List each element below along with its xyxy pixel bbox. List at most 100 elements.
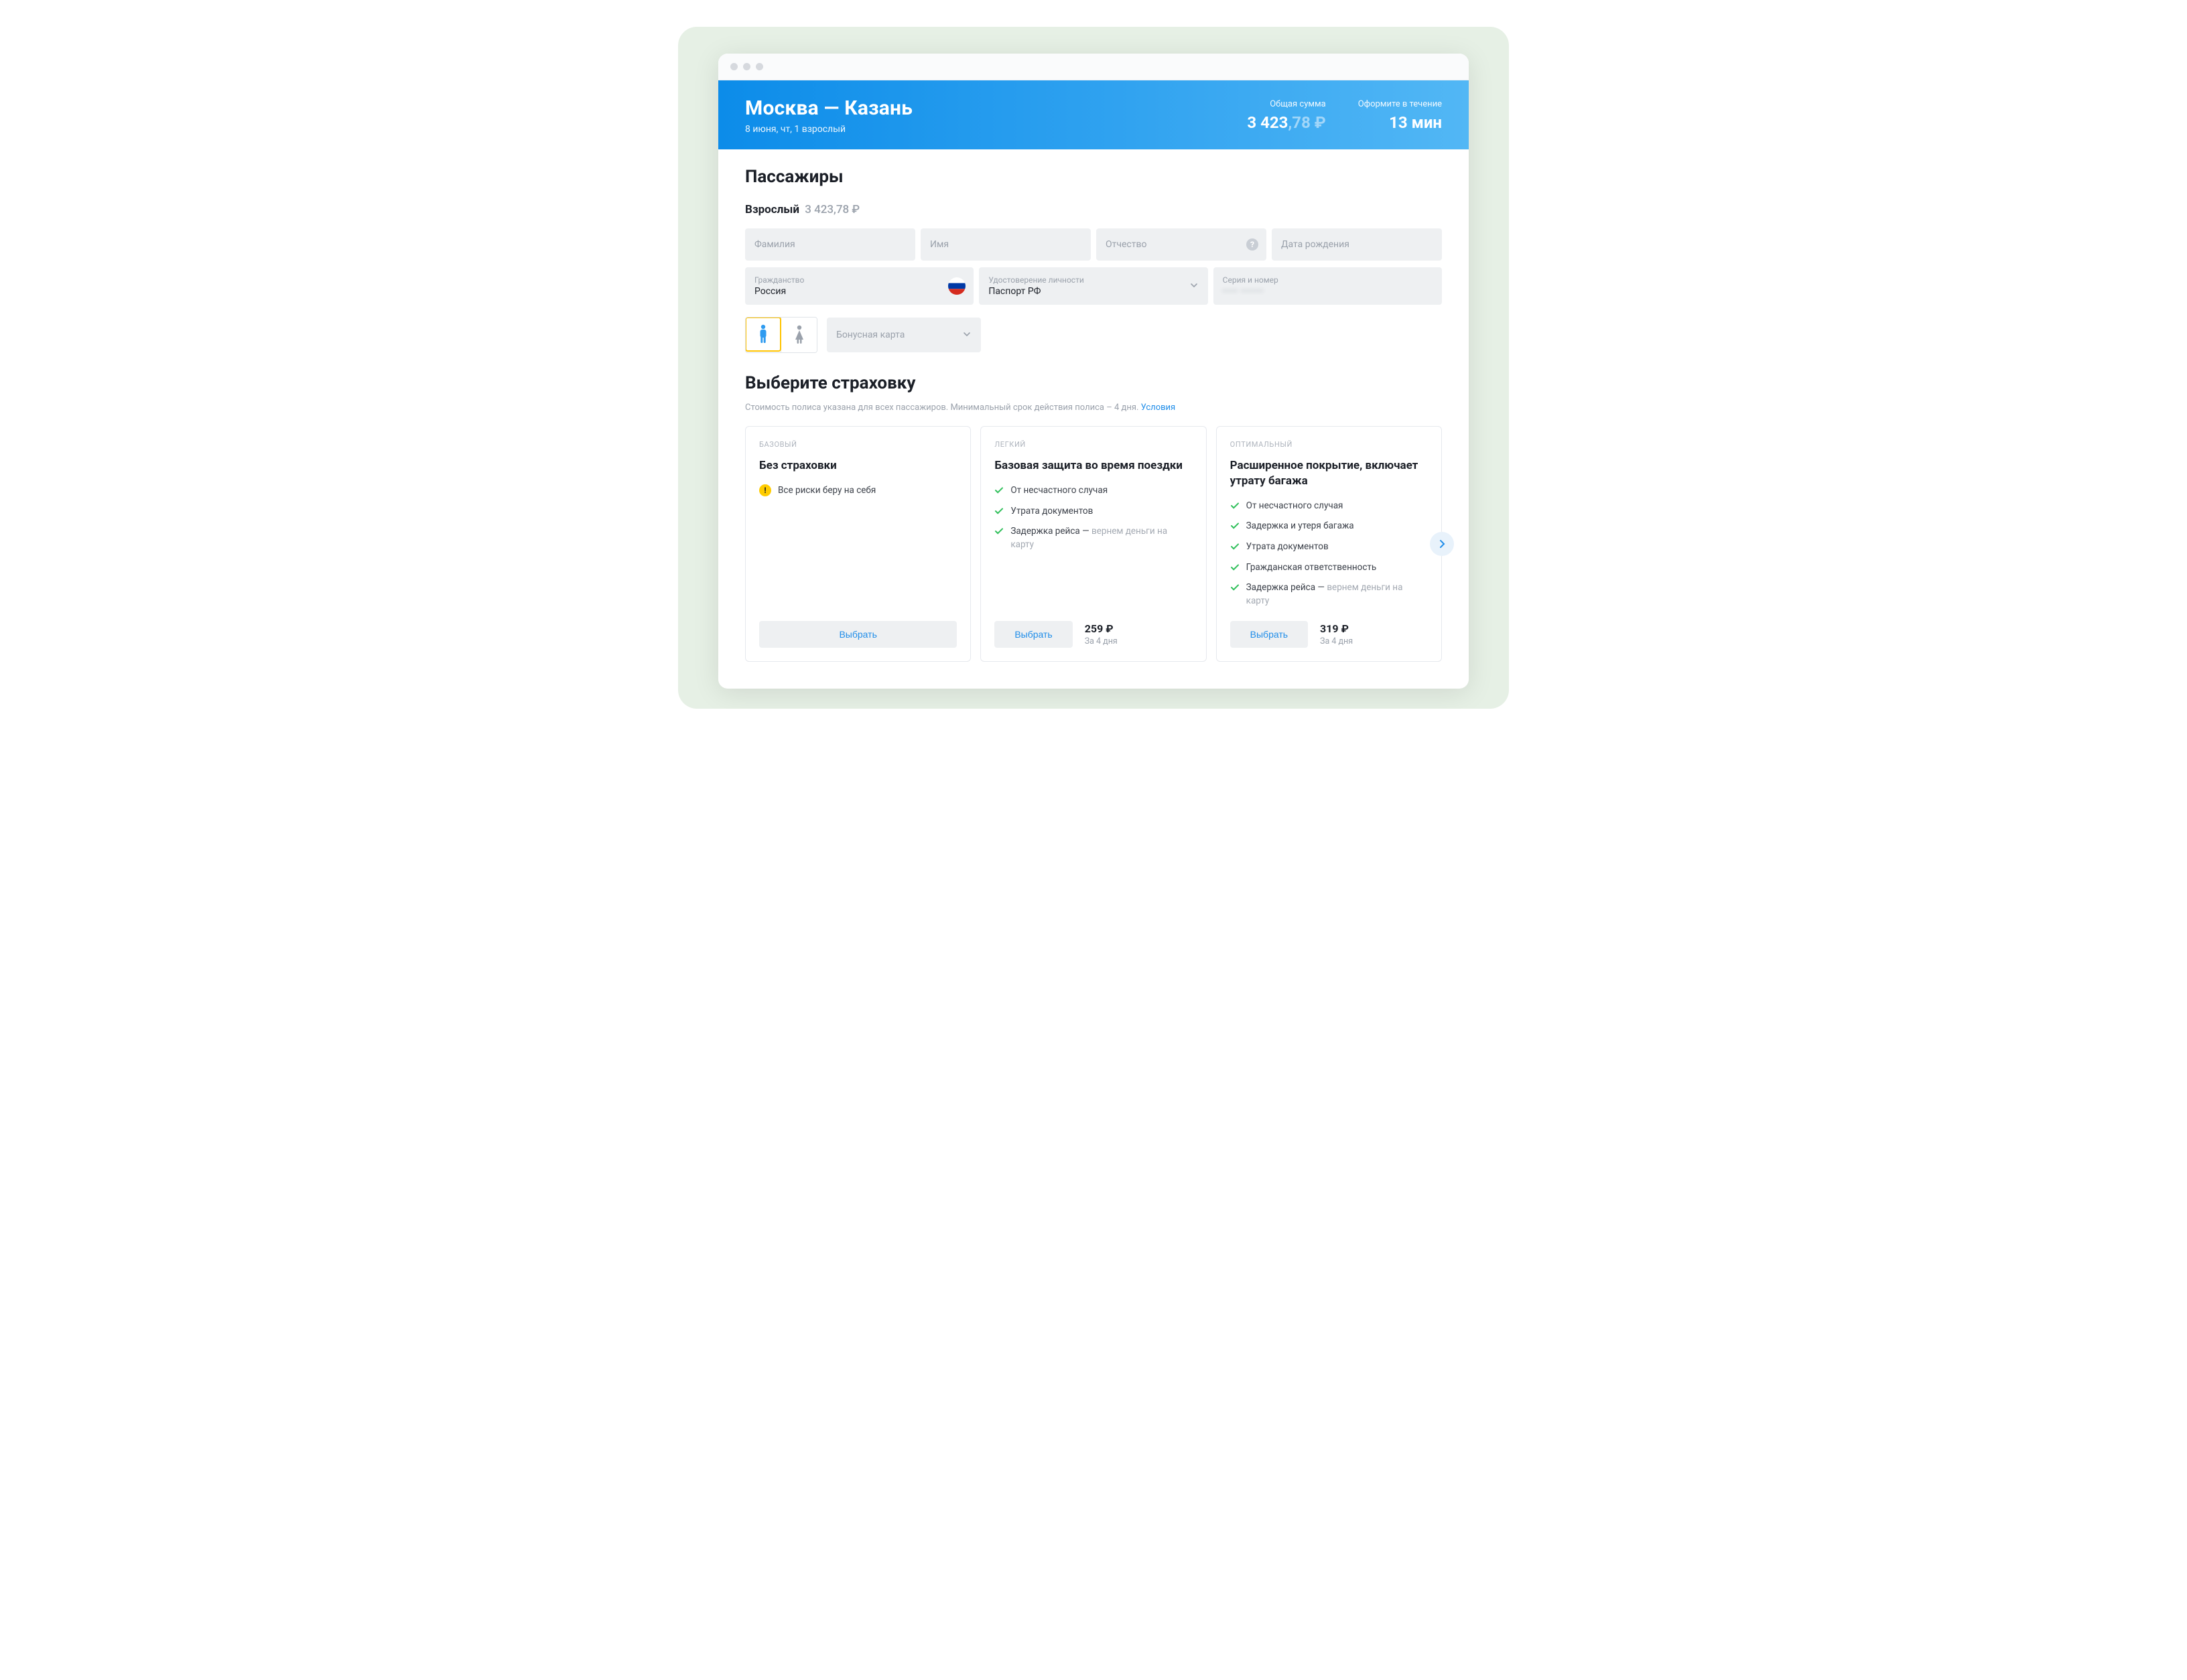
patronymic-input[interactable]: Отчество ? [1096, 228, 1266, 261]
plan-duration: За 4 дня [1085, 636, 1118, 646]
select-plan-button[interactable]: Выбрать [759, 621, 957, 648]
female-icon [793, 325, 806, 345]
list-item: От несчастного случая [994, 484, 1192, 500]
plan-title: Расширенное покрытие, включает утрату ба… [1230, 458, 1428, 489]
total-block: Общая сумма 3 423,78 ₽ [1247, 99, 1325, 132]
feature-text: Задержка и утеря багажа [1246, 520, 1354, 533]
citizenship-select[interactable]: Гражданство Россия [745, 267, 974, 305]
passenger-price: 3 423,78 ₽ [805, 203, 860, 216]
name-placeholder: Имя [930, 239, 949, 250]
gender-male-button[interactable] [745, 317, 781, 352]
insurance-card-optimal: ОПТИМАЛЬНЫЙ Расширенное покрытие, включа… [1216, 426, 1442, 662]
total-frac: ,78 ₽ [1288, 113, 1325, 132]
timer-block: Оформите в течение 13 мин [1358, 99, 1442, 132]
plan-warning-text: Все риски беру на себя [778, 485, 876, 496]
total-int: 3 423 [1247, 113, 1288, 132]
id-label: Удостоверение личности [988, 275, 1083, 285]
list-item: Задержка и утеря багажа [1230, 520, 1428, 535]
series-masked: •••• •••••• [1223, 286, 1264, 297]
window-close-dot[interactable] [730, 63, 738, 70]
check-icon [994, 486, 1004, 500]
plan-price: 259 ₽ [1085, 622, 1118, 635]
plan-price-box: 259 ₽ За 4 дня [1085, 622, 1118, 646]
check-icon [1230, 501, 1240, 515]
surname-input[interactable]: Фамилия [745, 228, 915, 261]
gender-toggle [745, 317, 817, 353]
plan-title: Без страховки [759, 458, 957, 474]
list-item: Задержка рейса — вернем деньги на карту [1230, 581, 1428, 608]
terms-link[interactable]: Условия [1141, 403, 1176, 413]
route-title: Москва — Казань [745, 96, 913, 120]
warning-icon: ! [759, 484, 771, 496]
male-icon [757, 324, 769, 344]
list-item: Утрата документов [994, 505, 1192, 520]
window-titlebar [718, 54, 1469, 80]
surname-placeholder: Фамилия [754, 239, 795, 250]
timer-label: Оформите в течение [1358, 99, 1442, 109]
insurance-subtext-text: Стоимость полиса указана для всех пассаж… [745, 403, 1141, 413]
feature-text: Утрата документов [1010, 505, 1093, 518]
feature-text: Гражданская ответственность [1246, 561, 1377, 575]
check-icon [1230, 583, 1240, 597]
window-min-dot[interactable] [743, 63, 750, 70]
insurance-subtext: Стоимость полиса указана для всех пассаж… [745, 403, 1442, 413]
insurance-card-basic: БАЗОВЫЙ Без страховки ! Все риски беру н… [745, 426, 971, 662]
check-icon [994, 527, 1004, 541]
id-type-select[interactable]: Удостоверение личности Паспорт РФ [979, 267, 1207, 305]
next-plans-button[interactable] [1430, 532, 1454, 556]
chevron-down-icon [962, 329, 972, 342]
chevron-right-icon [1437, 539, 1447, 549]
bonus-card-select[interactable]: Бонусная карта [827, 318, 981, 352]
check-icon [1230, 563, 1240, 577]
plan-duration: За 4 дня [1320, 636, 1353, 646]
check-icon [1230, 542, 1240, 556]
passenger-type-line: Взрослый 3 423,78 ₽ [745, 203, 1442, 216]
booking-header: Москва — Казань 8 июня, чт, 1 взрослый О… [718, 80, 1469, 149]
select-plan-button[interactable]: Выбрать [1230, 621, 1308, 648]
id-value: Паспорт РФ [988, 286, 1041, 297]
plan-title: Базовая защита во время поездки [994, 458, 1192, 474]
chevron-down-icon [1189, 280, 1199, 293]
plan-tier: БАЗОВЫЙ [759, 440, 957, 449]
list-item: Утрата документов [1230, 541, 1428, 556]
gender-female-button[interactable] [781, 318, 817, 352]
timer-value: 13 мин [1358, 113, 1442, 132]
feature-text: Утрата документов [1246, 541, 1329, 554]
dob-input[interactable]: Дата рождения [1272, 228, 1442, 261]
series-label: Серия и номер [1223, 275, 1278, 285]
list-item: Гражданская ответственность [1230, 561, 1428, 577]
feature-list: От несчастного случая Утрата документов … [994, 484, 1192, 551]
citizenship-value: Россия [754, 286, 786, 297]
insurance-plan-row: БАЗОВЫЙ Без страховки ! Все риски беру н… [745, 426, 1442, 662]
russia-flag-icon [948, 277, 966, 295]
plan-price-box: 319 ₽ За 4 дня [1320, 622, 1353, 646]
feature-text: От несчастного случая [1246, 500, 1343, 513]
window-max-dot[interactable] [756, 63, 763, 70]
series-number-input[interactable]: Серия и номер •••• •••••• [1213, 267, 1442, 305]
passengers-heading: Пассажиры [745, 167, 1442, 187]
feature-text: Задержка рейса — [1246, 582, 1327, 593]
list-item: От несчастного случая [1230, 500, 1428, 515]
route-subtitle: 8 июня, чт, 1 взрослый [745, 124, 913, 135]
bonus-placeholder: Бонусная карта [836, 330, 905, 340]
help-icon[interactable]: ? [1246, 238, 1258, 251]
check-icon [994, 506, 1004, 520]
total-label: Общая сумма [1247, 99, 1325, 109]
total-value: 3 423,78 ₽ [1247, 113, 1325, 132]
insurance-card-light: ЛЕГКИЙ Базовая защита во время поездки О… [980, 426, 1206, 662]
insurance-heading: Выберите страховку [745, 373, 1442, 393]
dob-placeholder: Дата рождения [1281, 239, 1349, 250]
list-item: Задержка рейса — вернем деньги на карту [994, 525, 1192, 551]
plan-tier: ЛЕГКИЙ [994, 440, 1192, 449]
citizenship-label: Гражданство [754, 275, 804, 285]
name-input[interactable]: Имя [921, 228, 1091, 261]
check-icon [1230, 521, 1240, 535]
select-plan-button[interactable]: Выбрать [994, 621, 1072, 648]
app-window: Москва — Казань 8 июня, чт, 1 взрослый О… [718, 54, 1469, 689]
feature-text: От несчастного случая [1010, 484, 1108, 498]
passenger-type: Взрослый [745, 203, 799, 216]
plan-price: 319 ₽ [1320, 622, 1353, 635]
feature-text: Задержка рейса — [1010, 526, 1091, 537]
feature-list: От несчастного случая Задержка и утеря б… [1230, 500, 1428, 608]
patronymic-placeholder: Отчество [1106, 239, 1146, 250]
